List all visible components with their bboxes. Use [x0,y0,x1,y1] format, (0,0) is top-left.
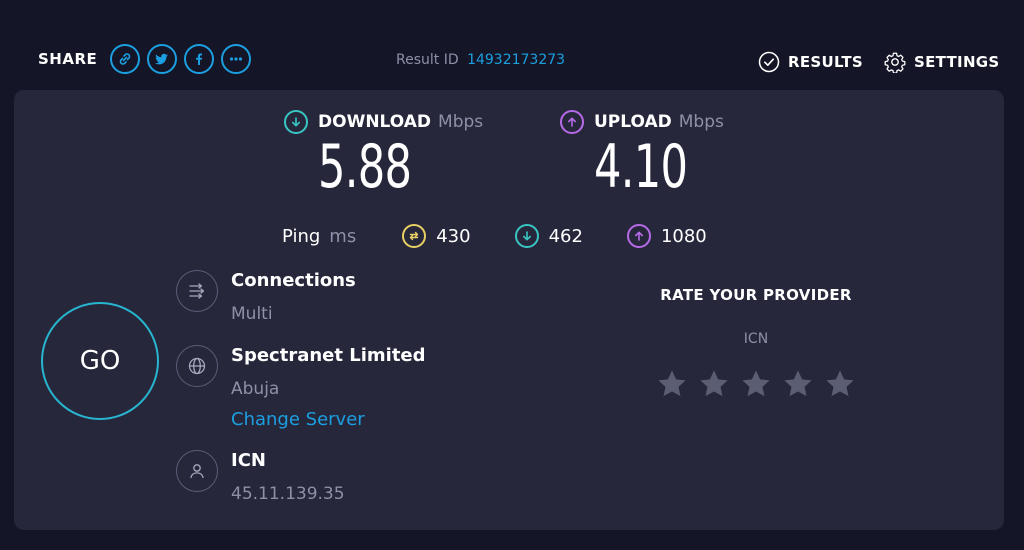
ping-label: Ping [282,225,321,247]
results-label: RESULTS [788,53,863,71]
result-id-link[interactable]: 14932173273 [467,52,565,68]
download-metric: DOWNLOAD Mbps 5.88 [284,110,483,200]
user-icon [176,450,218,492]
go-button[interactable]: GO [41,302,159,420]
check-circle-icon [758,51,780,73]
settings-link[interactable]: SETTINGS [884,51,1000,73]
ping-upload: 1080 [626,224,707,248]
download-arrow-icon [284,110,308,134]
connections-title: Connections [231,270,356,291]
ping-download-value: 462 [548,225,583,247]
download-label: DOWNLOAD [318,112,432,132]
change-server-link[interactable]: Change Server [231,409,365,430]
twitter-icon [155,53,169,65]
star-3-button[interactable] [739,367,773,401]
results-link[interactable]: RESULTS [758,51,863,73]
ping-download: 462 [514,224,583,248]
download-latency-icon [514,224,539,248]
download-unit: Mbps [438,112,484,132]
server-location: Abuja [231,379,280,399]
upload-value: 4.10 [594,132,688,202]
rate-provider: RATE YOUR PROVIDER ICN [614,286,898,401]
gear-icon [884,52,906,73]
share-bar: SHARE [38,44,252,74]
star-rating [614,367,898,401]
share-facebook-button[interactable] [184,44,215,74]
star-4-button[interactable] [781,367,815,401]
link-icon [120,53,131,65]
settings-label: SETTINGS [914,53,1000,71]
results-panel: DOWNLOAD Mbps 5.88 UPLOAD Mbps 4.10 Ping… [14,90,1004,530]
result-id-label: Result ID [396,52,459,68]
connections-icon [176,270,218,312]
star-5-button[interactable] [823,367,857,401]
star-icon [700,370,728,397]
ping-upload-value: 1080 [660,225,707,247]
ping-unit: ms [329,225,357,247]
ping-row: Ping ms 430 462 1080 [282,224,707,248]
share-more-button[interactable] [221,44,252,74]
top-bar: SHARE Result ID 14932173273 RESULTS SETT… [0,0,1024,90]
share-label: SHARE [38,50,98,68]
upload-unit: Mbps [678,112,724,132]
star-1-button[interactable] [655,367,689,401]
idle-latency-icon [402,224,427,248]
star-icon [658,370,686,397]
more-icon [230,57,243,61]
upload-metric: UPLOAD Mbps 4.10 [560,110,724,200]
server-name: Spectranet Limited [231,345,426,366]
upload-label: UPLOAD [594,112,672,132]
download-value: 5.88 [318,132,412,202]
star-2-button[interactable] [697,367,731,401]
rate-title: RATE YOUR PROVIDER [660,286,852,304]
isp-ip: 45.11.139.35 [231,484,345,504]
star-icon [742,370,770,397]
upload-arrow-icon [560,110,584,134]
upload-latency-icon [626,224,651,248]
globe-icon [176,345,218,387]
ping-idle-value: 430 [436,225,471,247]
ping-idle: 430 [402,224,471,248]
star-icon [784,370,812,397]
share-twitter-button[interactable] [147,44,178,74]
star-icon [826,370,854,397]
copy-link-button[interactable] [110,44,141,74]
connections-value: Multi [231,304,273,324]
facebook-icon [196,53,203,65]
result-id: Result ID 14932173273 [396,52,565,68]
isp-name: ICN [231,450,266,471]
rate-provider-name: ICN [743,331,769,347]
